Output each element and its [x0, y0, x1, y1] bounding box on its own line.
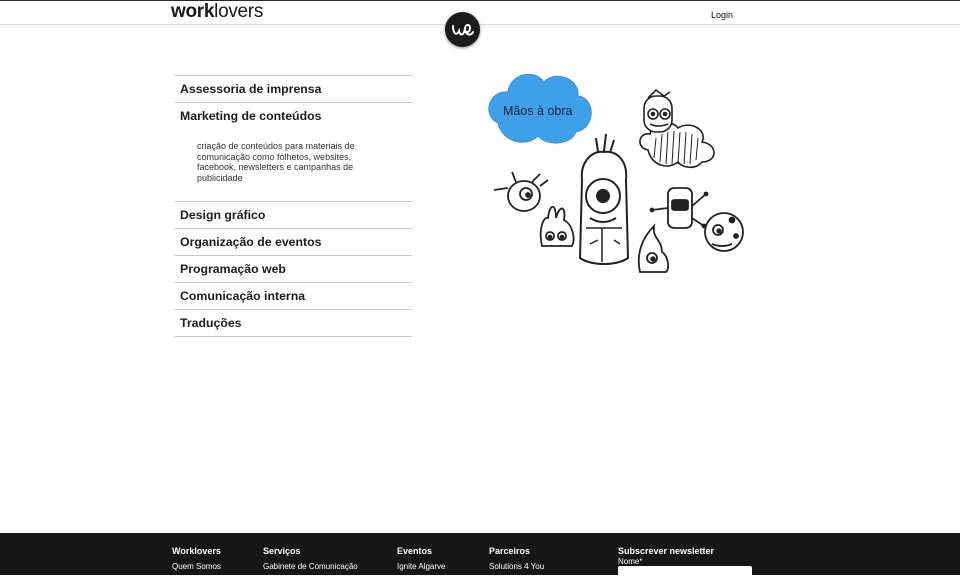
services-list: Assessoria de imprensa Marketing de cont…	[174, 75, 412, 338]
footer-link-gabinete[interactable]: Gabinete de Comunicação	[263, 562, 358, 571]
service-title[interactable]: Comunicação interna	[174, 283, 412, 309]
top-character-icon	[643, 88, 673, 133]
service-item-marketing[interactable]: Marketing de conteúdos criação de conteú…	[174, 103, 412, 203]
spotted-creature-icon	[704, 212, 744, 252]
footer	[0, 533, 960, 575]
service-title[interactable]: Marketing de conteúdos	[174, 103, 412, 129]
service-title[interactable]: Design gráfico	[174, 202, 412, 228]
footer-link-solutions[interactable]: Solutions 4 You	[489, 562, 544, 571]
service-item-design[interactable]: Design gráfico	[174, 202, 412, 230]
service-title[interactable]: Assessoria de imprensa	[174, 76, 412, 102]
footer-newsletter: Subscrever newsletter Nome*	[618, 546, 714, 566]
service-item-traducoes[interactable]: Traduções	[174, 310, 412, 338]
service-item-eventos[interactable]: Organização de eventos	[174, 229, 412, 257]
cloud-caption: Mãos à obra	[503, 104, 573, 118]
top-bar: worklovers Login	[0, 0, 960, 25]
service-title[interactable]: Organização de eventos	[174, 229, 412, 255]
newsletter-name-label: Nome*	[618, 557, 643, 566]
footer-col-title: Worklovers	[172, 546, 221, 556]
footer-col-eventos: Eventos Ignite Algarve	[397, 546, 445, 571]
wl-monogram-icon	[451, 23, 474, 35]
login-link[interactable]: Login	[711, 10, 733, 20]
service-item-programacao[interactable]: Programação web	[174, 256, 412, 284]
footer-link-quem-somos[interactable]: Quem Somos	[172, 562, 221, 571]
robot-creature-icon	[649, 187, 709, 229]
service-title[interactable]: Programação web	[174, 256, 412, 282]
logo-lovers: lovers	[214, 1, 264, 22]
logo-work: work	[171, 1, 215, 22]
service-title[interactable]: Traduções	[174, 310, 412, 336]
worklovers-badge-icon[interactable]	[445, 12, 480, 47]
footer-col-title: Serviços	[263, 546, 301, 556]
horned-creature-icon	[493, 171, 549, 212]
characters-illustration	[488, 73, 744, 273]
bunny-creature-icon	[539, 205, 575, 247]
flame-creature-icon	[637, 223, 669, 273]
main-character-icon	[578, 133, 630, 265]
newsletter-title: Subscrever newsletter	[618, 546, 715, 556]
footer-col-title: Parceiros	[489, 546, 531, 556]
footer-link-ignite[interactable]: Ignite Algarve	[397, 562, 445, 571]
worklovers-logo[interactable]: worklovers	[171, 1, 263, 23]
footer-col-title: Eventos	[397, 546, 433, 556]
footer-col-servicos: Serviços Gabinete de Comunicação	[263, 546, 358, 571]
footer-col-parceiros: Parceiros Solutions 4 You	[489, 546, 544, 571]
footer-col-worklovers: Worklovers Quem Somos	[172, 546, 221, 571]
service-description: criação de conteúdos para materiais de c…	[197, 141, 355, 183]
newsletter-name-input[interactable]	[618, 566, 752, 580]
service-item-comunicacao[interactable]: Comunicação interna	[174, 283, 412, 311]
service-item-assessoria[interactable]: Assessoria de imprensa	[174, 76, 412, 103]
